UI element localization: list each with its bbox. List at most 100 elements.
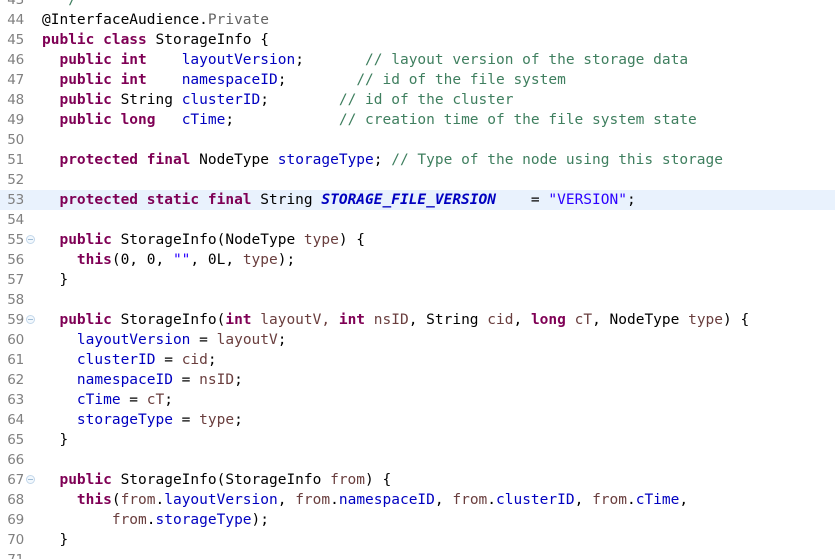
line-number: 56 bbox=[7, 252, 24, 268]
code-line-content: public int layoutVersion; // layout vers… bbox=[42, 50, 688, 70]
token-plain: = bbox=[495, 192, 549, 208]
code-line-43[interactable]: 43 */ bbox=[0, 0, 835, 10]
line-number: 65 bbox=[7, 432, 24, 448]
token-fldsf: STORAGE_FILE_VERSION bbox=[321, 192, 496, 208]
token-plain: StorageInfo(StorageInfo bbox=[120, 472, 331, 488]
token-cmt: // Type of the node using this storage bbox=[391, 152, 723, 168]
token-fld: namespaceID bbox=[181, 72, 278, 88]
code-line-60[interactable]: 60 layoutVersion = layoutV; bbox=[0, 330, 835, 350]
code-editor-view[interactable]: 43 */ 44 @InterfaceAudience.Private 45 publ… bbox=[0, 0, 835, 559]
token-plain: , bbox=[434, 492, 453, 508]
token-par: cT bbox=[146, 392, 165, 408]
code-line-55[interactable]: 55 public StorageInfo(NodeType type) { bbox=[0, 230, 835, 250]
code-line-63[interactable]: 63 cTime = cT; bbox=[0, 390, 835, 410]
token-plain: = bbox=[172, 372, 200, 388]
code-line-68[interactable]: 68 this(from.layoutVersion, from.namespa… bbox=[0, 490, 835, 510]
line-number: 46 bbox=[7, 52, 24, 68]
token-plain: ; bbox=[373, 152, 392, 168]
code-line-48[interactable]: 48 public String clusterID; // id of the… bbox=[0, 90, 835, 110]
token-plain: ) { bbox=[723, 312, 750, 328]
code-line-53[interactable]: 53 protected static final String STORAGE… bbox=[0, 190, 835, 210]
token-plain: , bbox=[679, 492, 689, 508]
code-line-61[interactable]: 61 clusterID = cid; bbox=[0, 350, 835, 370]
line-number: 50 bbox=[7, 132, 24, 148]
token-plain: ; bbox=[207, 352, 217, 368]
token-fld: cTime bbox=[76, 392, 121, 408]
code-line-69[interactable]: 69 from.storageType); bbox=[0, 510, 835, 530]
token-plain: } bbox=[42, 432, 69, 448]
code-line-content: public long cTime; // creation time of t… bbox=[42, 110, 697, 130]
fold-collapse-icon[interactable] bbox=[26, 235, 35, 244]
code-line-56[interactable]: 56 this(0, 0, "", 0L, type); bbox=[0, 250, 835, 270]
fold-collapse-icon[interactable] bbox=[26, 315, 35, 324]
token-plain: StorageInfo { bbox=[155, 32, 270, 48]
code-line-65[interactable]: 65 } bbox=[0, 430, 835, 450]
line-number: 44 bbox=[7, 12, 24, 28]
code-line-content: namespaceID = nsID; bbox=[42, 370, 243, 390]
line-number: 59 bbox=[7, 312, 24, 328]
code-line-66[interactable]: 66 bbox=[0, 450, 835, 470]
token-cmt: // layout version of the storage data bbox=[365, 52, 689, 68]
code-line-45[interactable]: 45 public class StorageInfo { bbox=[0, 30, 835, 50]
token-cmt: // id of the file system bbox=[356, 72, 566, 88]
token-kw: public class bbox=[42, 32, 156, 48]
token-plain: ; bbox=[164, 392, 173, 408]
code-line-52[interactable]: 52 bbox=[0, 170, 835, 190]
fold-collapse-icon[interactable] bbox=[26, 475, 35, 484]
code-line-47[interactable]: 47 public int namespaceID; // id of the … bbox=[0, 70, 835, 90]
code-line-50[interactable]: 50 bbox=[0, 130, 835, 150]
token-str: "VERSION" bbox=[548, 192, 627, 208]
code-line-46[interactable]: 46 public int layoutVersion; // layout v… bbox=[0, 50, 835, 70]
token-par: cid bbox=[487, 312, 514, 328]
token-kw: public bbox=[59, 472, 121, 488]
token-cmt: // id of the cluster bbox=[338, 92, 514, 108]
clipped-top-line: 43 */ bbox=[0, 0, 835, 10]
code-line-49[interactable]: 49 public long cTime; // creation time o… bbox=[0, 110, 835, 130]
line-number: 60 bbox=[7, 332, 24, 348]
code-line-62[interactable]: 62 namespaceID = nsID; bbox=[0, 370, 835, 390]
token-plain: , NodeType bbox=[592, 312, 689, 328]
code-line-content: public StorageInfo(int layoutV, int nsID… bbox=[42, 310, 749, 330]
token-cmt: // creation time of the file system stat… bbox=[338, 112, 697, 128]
token-plain: . bbox=[199, 12, 208, 28]
token-fld: namespaceID bbox=[76, 372, 173, 388]
code-line-content: public int namespaceID; // id of the fil… bbox=[42, 70, 566, 90]
token-kw: public long bbox=[59, 112, 156, 128]
code-line-57[interactable]: 57 } bbox=[0, 270, 835, 290]
token-plain: (0, 0, bbox=[111, 252, 173, 268]
token-fld: namespaceID bbox=[338, 492, 435, 508]
code-line-54[interactable]: 54 bbox=[0, 210, 835, 230]
line-number: 58 bbox=[7, 292, 24, 308]
code-line-71[interactable]: 71 bbox=[0, 550, 835, 559]
code-line-44[interactable]: 44 @InterfaceAudience.Private bbox=[0, 10, 835, 30]
token-kw: protected static final bbox=[59, 192, 261, 208]
token-plain: . bbox=[626, 492, 636, 508]
token-par: from bbox=[111, 512, 147, 528]
code-line-70[interactable]: 70 } bbox=[0, 530, 835, 550]
code-line-67[interactable]: 67 public StorageInfo(StorageInfo from) … bbox=[0, 470, 835, 490]
token-plain: ; bbox=[295, 52, 366, 68]
code-line-content: layoutVersion = layoutV; bbox=[42, 330, 287, 350]
code-line-59[interactable]: 59 public StorageInfo(int layoutV, int n… bbox=[0, 310, 835, 330]
code-line-content: */ bbox=[42, 0, 76, 10]
code-line-64[interactable]: 64 storageType = type; bbox=[0, 410, 835, 430]
code-rows-container[interactable]: 44 @InterfaceAudience.Private 45 public cla… bbox=[0, 10, 835, 559]
token-plain: ; bbox=[277, 332, 287, 348]
code-line-content: cTime = cT; bbox=[42, 390, 173, 410]
line-number: 67 bbox=[7, 472, 24, 488]
code-line-51[interactable]: 51 protected final NodeType storageType;… bbox=[0, 150, 835, 170]
token-plain: . bbox=[155, 492, 165, 508]
line-number: 45 bbox=[7, 32, 24, 48]
code-line-58[interactable]: 58 bbox=[0, 290, 835, 310]
token-par: layoutV bbox=[216, 332, 278, 348]
token-plain: . bbox=[487, 492, 497, 508]
